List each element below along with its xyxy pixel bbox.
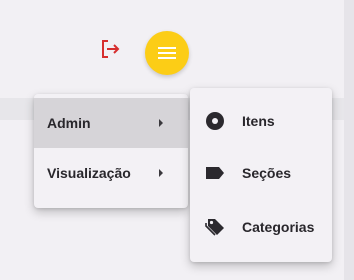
submenu-item-label: Seções (242, 165, 292, 181)
submenu-item-secoes[interactable]: Seções (190, 148, 332, 198)
chevron-right-icon (159, 169, 163, 177)
menu-button[interactable] (145, 31, 189, 75)
logout-button[interactable] (98, 36, 124, 62)
window-right-edge (344, 0, 354, 280)
label-icon (204, 162, 226, 184)
hamburger-menu-icon (158, 47, 176, 59)
menu-item-admin[interactable]: Admin (34, 98, 188, 148)
logout-icon (102, 40, 120, 58)
menu-item-visualizacao[interactable]: Visualização (34, 148, 188, 198)
disc-icon (204, 110, 226, 132)
admin-submenu: Itens Seções Categorias (190, 88, 332, 262)
submenu-item-label: Categorias (242, 219, 315, 235)
main-menu: Admin Visualização (34, 94, 188, 208)
submenu-item-itens[interactable]: Itens (190, 96, 332, 146)
chevron-right-icon (159, 119, 163, 127)
submenu-item-label: Itens (242, 113, 275, 129)
submenu-item-categorias[interactable]: Categorias (190, 202, 332, 252)
menu-item-label: Admin (47, 115, 91, 131)
menu-item-label: Visualização (47, 165, 131, 181)
tags-icon (204, 216, 226, 238)
